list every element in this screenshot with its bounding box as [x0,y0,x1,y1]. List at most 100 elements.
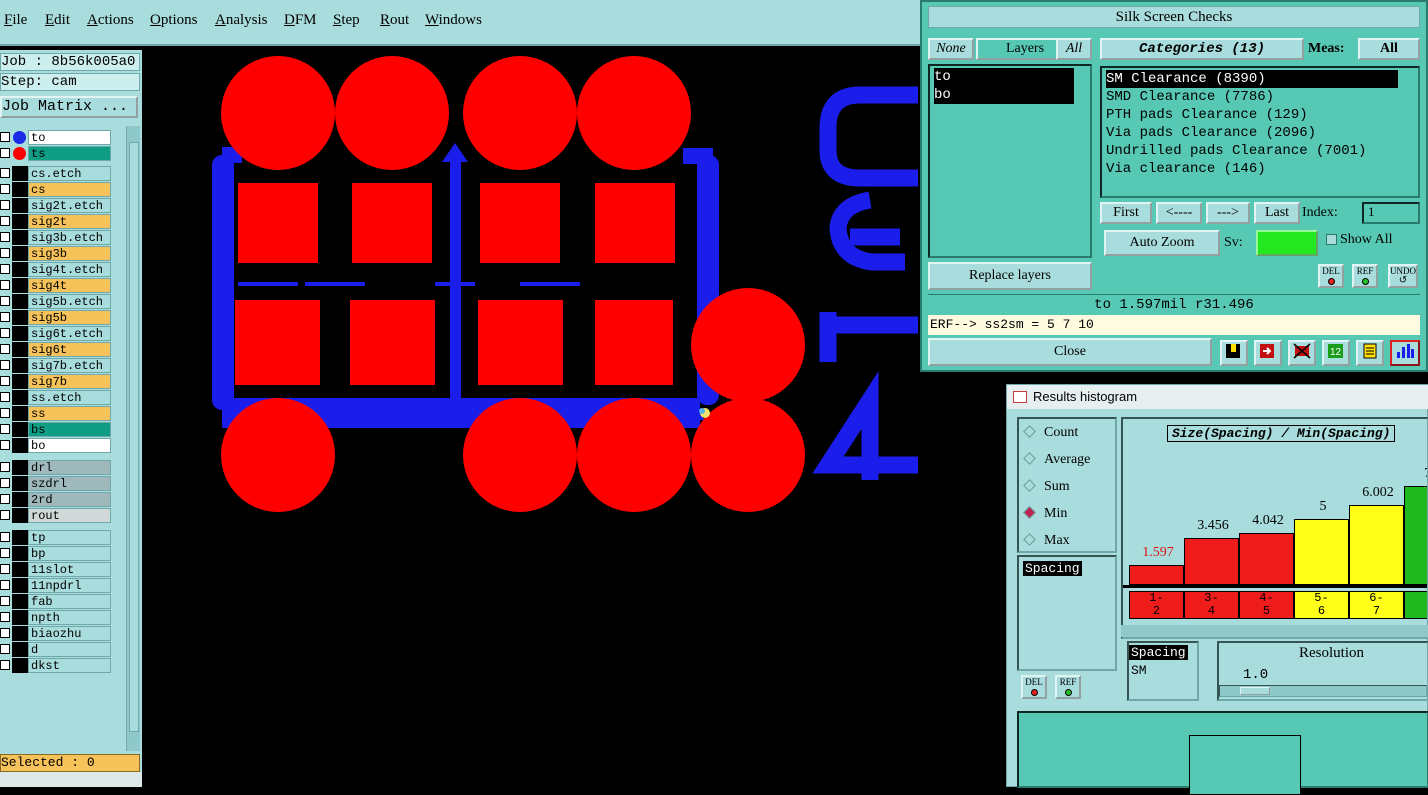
histogram-bar[interactable] [1349,505,1404,585]
last-button[interactable]: Last [1254,202,1300,224]
histogram-bar[interactable] [1294,519,1349,585]
layer-row[interactable]: tp [0,530,114,545]
layer-checkbox[interactable] [0,478,10,488]
layer-row[interactable]: sig4t [0,278,114,293]
sort-icon[interactable]: 12 [1322,340,1350,366]
replace-layers-dropdown[interactable]: Replace layers [928,262,1092,290]
layer-row[interactable]: npth [0,610,114,625]
menu-options[interactable]: Options [150,12,198,29]
show-all-checkbox[interactable] [1326,234,1337,245]
export-icon[interactable] [1254,340,1282,366]
close-button[interactable]: Close [928,338,1212,366]
field-item[interactable]: Spacing [1023,561,1082,576]
layer-display-slot[interactable] [12,594,28,609]
prev-button[interactable]: <---- [1156,202,1202,224]
layer-select-list[interactable]: to bo [928,64,1092,258]
hist-del-button[interactable]: DEL [1021,675,1047,699]
layer-row[interactable]: to [0,130,114,145]
mode-count[interactable]: Count [1023,425,1078,441]
next-button[interactable]: ---> [1206,202,1250,224]
layer-row[interactable]: szdrl [0,476,114,491]
layer-checkbox[interactable] [0,312,10,322]
layer-row[interactable]: sig2t.etch [0,198,114,213]
layer-display-slot[interactable] [12,130,28,145]
layer-checkbox[interactable] [0,440,10,450]
layer-row[interactable]: bo [0,438,114,453]
scrollbar-thumb[interactable] [129,142,139,732]
graphics-canvas[interactable] [142,48,1006,787]
layer-checkbox[interactable] [0,494,10,504]
layer-display-slot[interactable] [12,406,28,421]
field-list[interactable]: Spacing [1017,555,1117,671]
layer-checkbox[interactable] [0,596,10,606]
layer-checkbox[interactable] [0,360,10,370]
highlight-icon[interactable] [1220,340,1248,366]
layer-checkbox[interactable] [0,510,10,520]
layer-checkbox[interactable] [0,168,10,178]
layer-checkbox[interactable] [0,148,10,158]
layer-row[interactable]: sig3b [0,246,114,261]
layer-checkbox[interactable] [0,376,10,386]
layer-checkbox[interactable] [0,548,10,558]
index-field[interactable]: 1 [1362,202,1420,224]
layer-display-slot[interactable] [12,530,28,545]
mode-max[interactable]: Max [1023,533,1070,549]
layer-display-slot[interactable] [12,460,28,475]
undo-button[interactable]: UNDO ↺ [1388,264,1418,288]
layer-row[interactable]: sig2t [0,214,114,229]
layer-checkbox[interactable] [0,200,10,210]
layer-checkbox[interactable] [0,628,10,638]
layer-checkbox[interactable] [0,462,10,472]
layer-checkbox[interactable] [0,644,10,654]
clear-icon[interactable] [1288,340,1316,366]
menu-rout[interactable]: Rout [380,12,409,29]
mode-min[interactable]: Min [1023,506,1067,522]
layer-row[interactable]: sig6t [0,342,114,357]
menu-edit[interactable]: Edit [45,12,70,29]
category-item[interactable]: SM Clearance (8390) [1106,70,1398,88]
none-button[interactable]: None [928,38,974,60]
sv-color-dropdown[interactable] [1256,230,1318,256]
layer-display-slot[interactable] [12,562,28,577]
report-icon[interactable] [1356,340,1384,366]
layer-row[interactable]: dkst [0,658,114,673]
layer-checkbox[interactable] [0,392,10,402]
category-item[interactable]: Via clearance (146) [1106,160,1266,178]
layer-display-slot[interactable] [12,578,28,593]
menu-file[interactable]: File [4,12,27,29]
layer-row[interactable]: 11slot [0,562,114,577]
layer-row[interactable]: sig5b [0,310,114,325]
menu-actions[interactable]: Actions [87,12,134,29]
layer-checkbox[interactable] [0,264,10,274]
layer-checkbox[interactable] [0,580,10,590]
layer-display-slot[interactable] [12,492,28,507]
layer-checkbox[interactable] [0,660,10,670]
layer-display-slot[interactable] [12,476,28,491]
del-button[interactable]: DEL [1318,264,1344,288]
layer-display-slot[interactable] [12,166,28,181]
slider-handle[interactable] [1240,687,1270,695]
histogram-bar[interactable] [1239,533,1294,585]
layer-checkbox[interactable] [0,612,10,622]
menu-analysis[interactable]: Analysis [215,12,268,29]
layer-checkbox[interactable] [0,408,10,418]
layer-checkbox[interactable] [0,424,10,434]
layer-row[interactable]: 11npdrl [0,578,114,593]
layer-display-slot[interactable] [12,246,28,261]
layer-display-slot[interactable] [12,642,28,657]
layer-checkbox[interactable] [0,132,10,142]
layer-display-slot[interactable] [12,294,28,309]
layer-row[interactable]: biaozhu [0,626,114,641]
layer-display-slot[interactable] [12,198,28,213]
layer-row[interactable]: bp [0,546,114,561]
meas-dropdown[interactable]: All [1358,38,1420,60]
layer-row[interactable]: drl [0,460,114,475]
histogram-bar[interactable] [1404,486,1427,585]
layer-display-slot[interactable] [12,374,28,389]
layer-display-slot[interactable] [12,326,28,341]
layer-row[interactable]: rout [0,508,114,523]
layer-row[interactable]: fab [0,594,114,609]
layer-checkbox[interactable] [0,280,10,290]
job-matrix-button[interactable]: Job Matrix ... [0,96,138,118]
layer-row[interactable]: ts [0,146,114,161]
